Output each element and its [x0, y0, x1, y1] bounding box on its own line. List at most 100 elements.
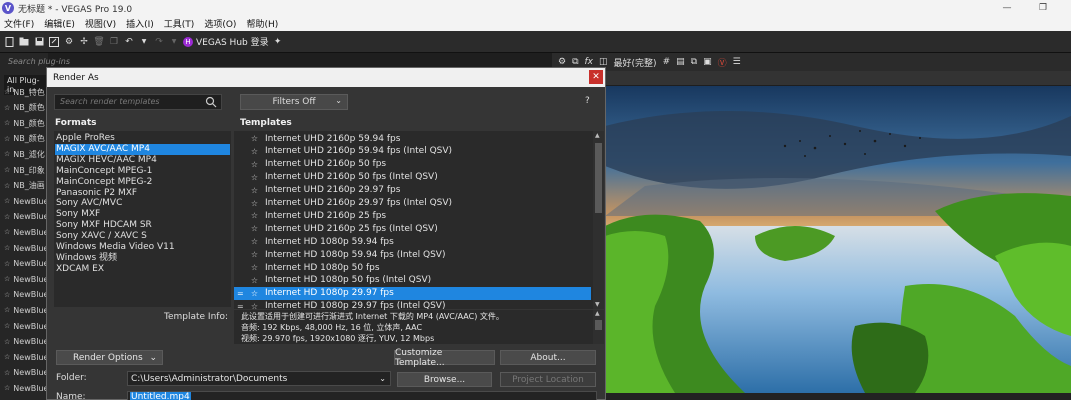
template-list-item[interactable]: ☆ Internet UHD 2160p 50 fps	[234, 158, 591, 171]
scroll-up-icon[interactable]: ▲	[595, 310, 600, 317]
format-list-item[interactable]: MainConcept MPEG-2	[55, 177, 230, 188]
plugin-list-item[interactable]: ☆ NB_滤化	[4, 147, 48, 161]
overlay-icon[interactable]: ▤	[676, 57, 685, 67]
plugin-list-item[interactable]: ☆NewBlue	[4, 335, 48, 349]
favorite-star-icon[interactable]: ☆	[247, 263, 262, 272]
redo-dropdown-icon[interactable]: ▼	[168, 36, 180, 48]
plugin-list-item[interactable]: ☆NewBlue	[4, 350, 48, 364]
menu-options[interactable]: 选项(O)	[204, 17, 236, 30]
template-list-item[interactable]: = ☆ Internet HD 1080p 29.97 fps	[234, 286, 591, 300]
maximize-button[interactable]: ❐	[1031, 1, 1055, 15]
save-snapshot-icon[interactable]: ▣	[703, 57, 712, 67]
menu-file[interactable]: 文件(F)	[4, 17, 34, 30]
format-list-item[interactable]: MAGIX AVC/AAC MP4	[55, 143, 230, 155]
template-list-item[interactable]: ☆ Internet UHD 2160p 29.97 fps	[234, 184, 591, 197]
copy-snapshot-icon[interactable]: ⧉	[691, 57, 697, 67]
menu-view[interactable]: 视图(V)	[85, 17, 116, 30]
minimize-button[interactable]: —	[995, 1, 1019, 15]
menu-edit[interactable]: 编辑(E)	[44, 17, 75, 30]
menu-tools[interactable]: 工具(T)	[164, 17, 195, 30]
favorite-star-icon[interactable]: ☆	[247, 211, 262, 220]
plugin-list-item[interactable]: ☆NewBlue	[4, 319, 48, 333]
template-search-input[interactable]: Search render templates	[54, 94, 222, 110]
favorite-star-icon[interactable]: ☆	[247, 160, 262, 169]
scroll-down-icon[interactable]: ▼	[595, 301, 600, 308]
gear-icon[interactable]: ⚙	[63, 36, 75, 48]
help-button[interactable]: ?	[585, 96, 590, 106]
split-screen-icon[interactable]: ◫	[599, 57, 608, 67]
folder-combobox[interactable]: C:\Users\Administrator\Documents ⌄	[127, 371, 391, 386]
favorite-star-icon[interactable]: ☆	[247, 289, 262, 298]
pin-icon[interactable]: ✢	[78, 36, 90, 48]
plugin-list-item[interactable]: ☆NewBlue	[4, 366, 48, 380]
favorite-star-icon[interactable]: ☆	[247, 173, 262, 182]
template-list-item[interactable]: ☆ Internet HD 1080p 59.94 fps	[234, 235, 591, 248]
plugin-list-item[interactable]: ☆ NB_印象	[4, 163, 48, 177]
format-list-item[interactable]: Sony MXF HDCAM SR	[55, 220, 230, 231]
favorite-star-icon[interactable]: ☆	[247, 134, 262, 143]
template-list-item[interactable]: ☆ Internet HD 1080p 59.94 fps (Intel QSV)	[234, 248, 591, 261]
redo-icon[interactable]: ↷	[153, 36, 165, 48]
grid-icon[interactable]: #	[663, 57, 671, 67]
new-file-icon[interactable]	[3, 36, 15, 48]
info-scrollbar[interactable]: ▲	[593, 310, 604, 344]
preview-settings-icon[interactable]: ⚙	[558, 57, 566, 67]
preview-copy-icon[interactable]: ⧉	[572, 57, 578, 67]
menu-insert[interactable]: 插入(I)	[126, 17, 154, 30]
plugin-list-item[interactable]: ☆NewBlue	[4, 225, 48, 239]
menu-help[interactable]: 帮助(H)	[246, 17, 278, 30]
favorite-star-icon[interactable]: ☆	[247, 199, 262, 208]
name-input[interactable]: Untitled.mp4	[127, 391, 597, 400]
render-options-button[interactable]: Render Options ⌄	[56, 350, 163, 365]
plugin-list-item[interactable]: ☆ NB_特色	[4, 85, 48, 99]
save-icon[interactable]	[33, 36, 45, 48]
template-list-item[interactable]: ☆ Internet HD 1080p 50 fps	[234, 261, 591, 274]
format-list-item[interactable]: Windows Media Video V11	[55, 242, 230, 253]
search-icon[interactable]	[205, 96, 217, 108]
favorite-star-icon[interactable]: ☆	[247, 224, 262, 233]
plugin-list-item[interactable]: ☆NewBlue	[4, 257, 48, 271]
template-list-item[interactable]: ☆ Internet HD 1080p 50 fps (Intel QSV)	[234, 274, 591, 287]
format-list-item[interactable]: Sony AVC/MVC	[55, 198, 230, 209]
plugin-list-item[interactable]: ☆NewBlue	[4, 194, 48, 208]
vegas-icon[interactable]: Ⓥ	[718, 56, 727, 69]
format-list-item[interactable]: Apple ProRes	[55, 133, 230, 144]
plugin-list-item[interactable]: ☆NewBlue	[4, 210, 48, 224]
filters-dropdown[interactable]: Filters Off ⌄	[240, 94, 348, 110]
copy-icon[interactable]: ❐	[108, 36, 120, 48]
format-list-item[interactable]: Sony XAVC / XAVC S	[55, 231, 230, 242]
favorite-star-icon[interactable]: ☆	[247, 276, 262, 285]
templates-scrollbar[interactable]: ▲ ▼	[593, 131, 604, 309]
undo-icon[interactable]: ↶	[123, 36, 135, 48]
customize-template-button[interactable]: Customize Template...	[394, 348, 495, 368]
plugin-list-item[interactable]: ☆NewBlue	[4, 303, 48, 317]
favorite-star-icon[interactable]: ☆	[247, 237, 262, 246]
fx-icon[interactable]: fx	[585, 57, 594, 67]
about-button[interactable]: About...	[500, 350, 596, 365]
scroll-thumb[interactable]	[595, 320, 602, 330]
template-list-item[interactable]: ☆ Internet UHD 2160p 59.94 fps	[234, 132, 591, 145]
format-list-item[interactable]: Sony MXF	[55, 209, 230, 220]
magic-wand-icon[interactable]: ✦	[272, 36, 284, 48]
plugin-list-item[interactable]: ☆NewBlue	[4, 288, 48, 302]
template-list-item[interactable]: ☆ Internet UHD 2160p 50 fps (Intel QSV)	[234, 171, 591, 184]
format-list-item[interactable]: Panasonic P2 MXF	[55, 188, 230, 199]
plugin-list-item[interactable]: ☆ NB_颜色	[4, 101, 48, 115]
quality-dropdown[interactable]: 最好(完整)	[614, 56, 657, 69]
favorite-star-icon[interactable]: ☆	[247, 186, 262, 195]
format-list-item[interactable]: MAGIX HEVC/AAC MP4	[55, 155, 230, 166]
format-list-item[interactable]: XDCAM EX	[55, 264, 230, 275]
plugin-list-item[interactable]: ☆NewBlue	[4, 272, 48, 286]
scroll-thumb[interactable]	[595, 143, 602, 213]
favorite-star-icon[interactable]: ☆	[247, 250, 262, 259]
undo-dropdown-icon[interactable]: ▼	[138, 36, 150, 48]
format-list-item[interactable]: Windows 视频	[55, 253, 230, 264]
template-list-item[interactable]: ☆ Internet UHD 2160p 25 fps	[234, 209, 591, 222]
favorite-star-icon[interactable]: ☆	[247, 147, 262, 156]
close-button[interactable]: ✕	[589, 70, 603, 84]
plugin-list-item[interactable]: ☆NewBlue	[4, 381, 48, 395]
open-folder-icon[interactable]	[18, 36, 30, 48]
vegas-hub-login[interactable]: VEGAS Hub 登录	[196, 35, 269, 48]
plugin-list-item[interactable]: ☆ NB_油画	[4, 179, 48, 193]
plugin-list-item[interactable]: ☆NewBlue	[4, 241, 48, 255]
